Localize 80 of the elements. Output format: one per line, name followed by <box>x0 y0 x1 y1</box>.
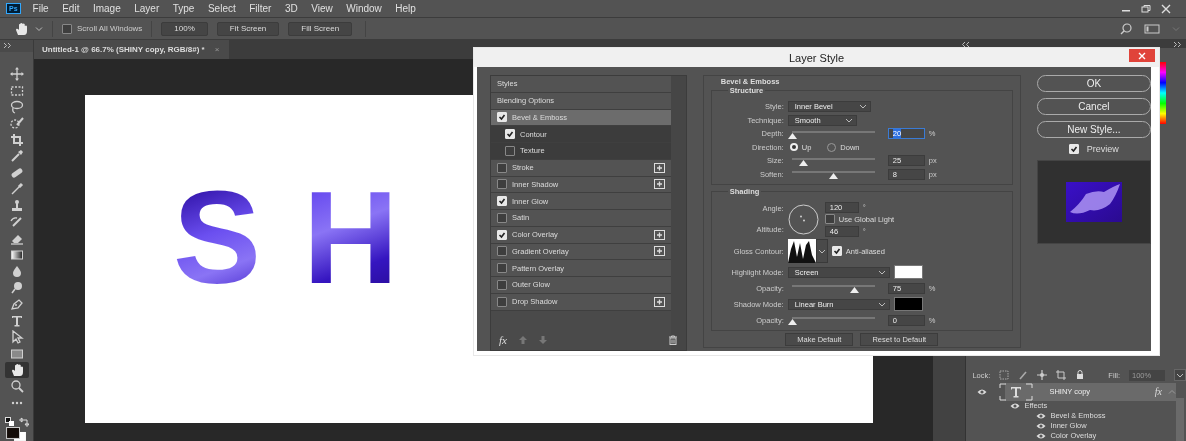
dialog-button[interactable]: OK <box>1036 75 1151 92</box>
checkbox-label: Preview <box>1086 144 1119 154</box>
dialog-button[interactable]: New Style... <box>1036 121 1151 138</box>
contour-picker[interactable] <box>787 239 828 263</box>
hue-strip <box>1160 62 1167 124</box>
checker-icon[interactable] <box>999 370 1010 381</box>
checkbox[interactable] <box>497 212 507 223</box>
dialog-button[interactable]: Cancel <box>1036 98 1151 115</box>
close-button[interactable] <box>1129 49 1155 62</box>
checkbox-label: Scroll All Windows <box>77 24 143 33</box>
add-icon[interactable] <box>654 246 665 257</box>
type-layer-thumbnail-icon <box>999 382 1034 401</box>
slider-thumb[interactable] <box>849 287 859 293</box>
menu-item[interactable]: Layer <box>134 3 160 14</box>
restore-icon[interactable] <box>1138 3 1154 14</box>
toolbar-button[interactable]: Fill Screen <box>288 21 353 36</box>
menu-item[interactable]: Window <box>346 3 382 14</box>
workspace-icon[interactable] <box>1144 23 1160 34</box>
angle-dial[interactable] <box>787 203 819 235</box>
eye-icon[interactable] <box>977 387 988 396</box>
brush-icon[interactable] <box>1018 370 1029 381</box>
eye-icon[interactable] <box>1036 411 1047 420</box>
trash-icon[interactable] <box>667 335 678 345</box>
checkbox[interactable] <box>497 246 507 257</box>
lock-icon[interactable] <box>1075 370 1086 381</box>
eye-icon[interactable] <box>1010 401 1021 410</box>
add-icon[interactable] <box>654 162 665 173</box>
checkbox[interactable] <box>497 179 507 190</box>
preview-thumbnail <box>1065 182 1122 222</box>
menu-item[interactable]: Edit <box>62 3 80 14</box>
toolbar-button[interactable]: Fit Screen <box>216 21 280 36</box>
checkbox[interactable] <box>497 296 507 307</box>
add-icon[interactable] <box>654 296 665 307</box>
slider-thumb[interactable] <box>787 132 797 139</box>
collapse-icon[interactable] <box>961 41 969 47</box>
checkbox[interactable] <box>497 162 507 173</box>
menu-item[interactable]: 3D <box>284 3 298 14</box>
add-icon[interactable] <box>654 179 665 190</box>
preview-checkbox[interactable] <box>1068 144 1079 154</box>
color-swatches-icon[interactable] <box>4 427 29 441</box>
menu-item[interactable]: Help <box>395 3 416 14</box>
slider-thumb[interactable] <box>829 173 839 180</box>
menu-item[interactable]: Filter <box>249 3 272 14</box>
checkbox[interactable] <box>497 279 507 290</box>
caret-icon <box>877 269 886 275</box>
tab-title: Untitled-1 @ 66.7% (SHINY copy, RGB/8#) * <box>42 45 205 54</box>
fx-button[interactable]: fx <box>499 334 507 346</box>
add-icon[interactable] <box>654 229 665 240</box>
hand-icon[interactable] <box>4 361 29 379</box>
slider-thumb[interactable] <box>799 159 809 166</box>
menu-item[interactable]: Type <box>172 3 195 14</box>
move-icon[interactable] <box>1037 370 1048 381</box>
menu-item[interactable]: View <box>311 3 333 14</box>
menu-item[interactable]: Image <box>92 3 121 14</box>
dialog-title: Layer Style <box>789 51 844 64</box>
checkbox[interactable] <box>824 214 835 224</box>
eye-icon[interactable] <box>1036 431 1047 440</box>
caret-icon <box>877 301 886 307</box>
color-swatch[interactable] <box>893 265 923 279</box>
close-icon <box>1138 51 1146 60</box>
swap-icon[interactable] <box>18 417 29 428</box>
expand-icon[interactable] <box>1174 41 1182 47</box>
expand-icon[interactable] <box>4 43 12 49</box>
checkbox[interactable] <box>497 263 507 274</box>
eye-icon[interactable] <box>1036 421 1047 430</box>
fx-label: fx <box>1154 386 1162 398</box>
menu-item[interactable]: Select <box>207 3 236 14</box>
color-swatch[interactable] <box>893 297 923 311</box>
default-colors-icon[interactable] <box>4 417 15 428</box>
scroll-all-checkbox[interactable] <box>62 23 72 34</box>
document-tab[interactable]: Untitled-1 @ 66.7% (SHINY copy, RGB/8#) * × <box>34 40 230 59</box>
checkbox[interactable] <box>505 145 515 156</box>
slider-thumb[interactable] <box>787 319 797 325</box>
dropdown-icon[interactable] <box>1174 369 1186 382</box>
toolbar-button[interactable]: 100% <box>161 21 208 36</box>
artboard-icon[interactable] <box>1056 370 1067 381</box>
search-icon[interactable] <box>1120 22 1132 35</box>
menu-item[interactable]: File <box>32 3 49 14</box>
hand-icon[interactable] <box>14 21 30 36</box>
close-button[interactable]: × <box>214 45 220 54</box>
